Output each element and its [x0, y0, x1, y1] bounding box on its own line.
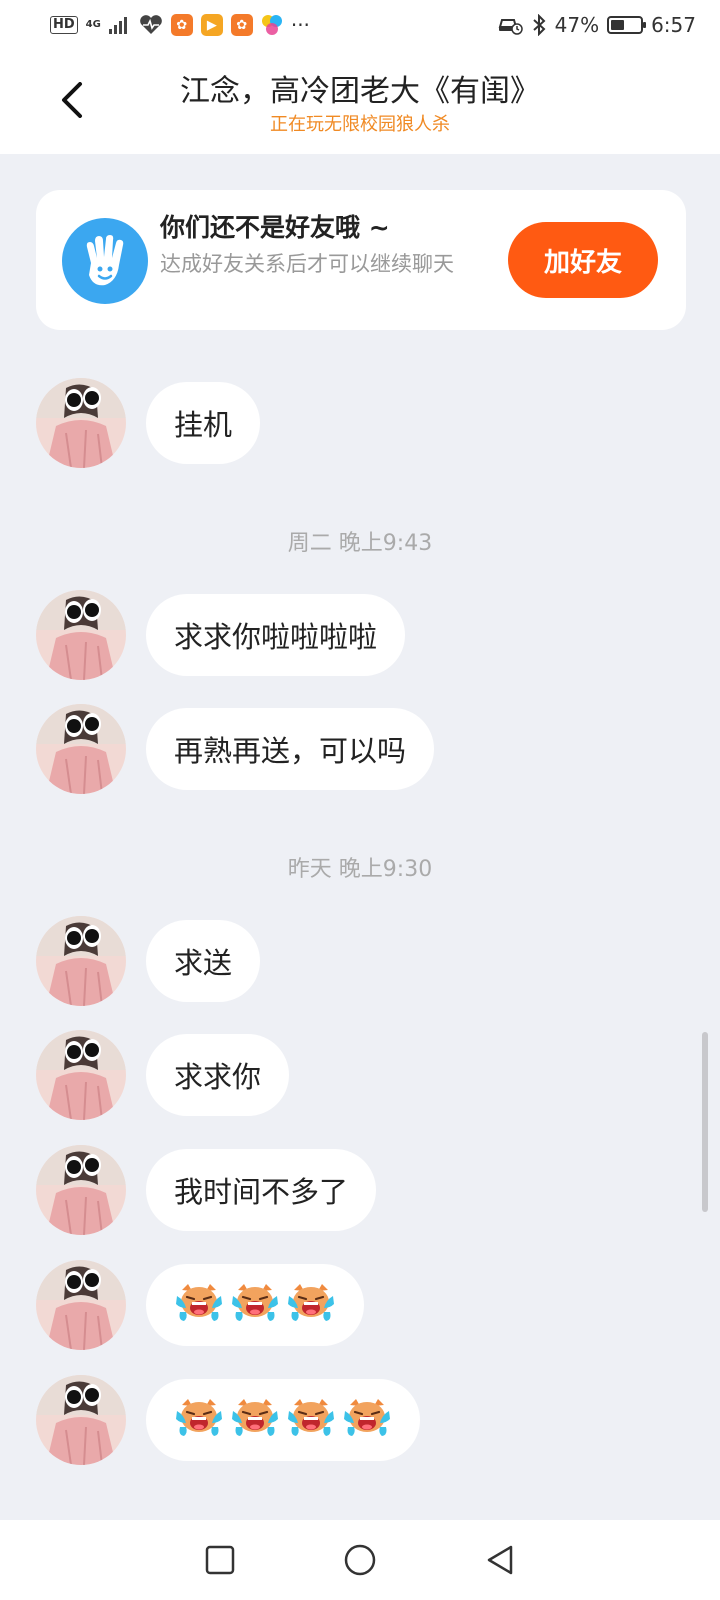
not-friends-description: 达成好友关系后才可以继续聊天	[160, 252, 454, 276]
triangle-back-icon	[487, 1545, 513, 1575]
signal-icon	[108, 17, 127, 34]
video-app-icon: ▶	[200, 14, 223, 36]
circle-icon	[344, 1544, 376, 1576]
hand-wave-icon	[62, 218, 148, 304]
app-orange-icon-2: ✿	[230, 14, 253, 36]
heart-rate-icon	[140, 15, 162, 34]
crying-face-emoji-icon	[174, 1282, 224, 1329]
recents-button[interactable]	[190, 1530, 250, 1590]
message-bubble[interactable]: 挂机	[146, 382, 261, 464]
sender-avatar[interactable]	[36, 1145, 126, 1235]
message-bubble[interactable]: 求送	[146, 920, 261, 1002]
scrollbar[interactable]	[702, 1032, 708, 1212]
sender-avatar[interactable]	[36, 378, 126, 468]
not-friends-title: 你们还不是好友哦 ~	[160, 213, 390, 242]
crying-face-emoji-icon	[174, 1397, 224, 1444]
back-button[interactable]	[44, 72, 100, 128]
emoji-row	[174, 1397, 392, 1444]
status-bar-left: HD 4G ✿ ▶ ✿ ···	[50, 13, 310, 37]
sender-avatar[interactable]	[36, 1260, 126, 1350]
chat-title[interactable]: 江念，高冷团老大《有闺》	[120, 66, 600, 110]
chat-header: 江念，高冷团老大《有闺》 正在玩无限校园狼人杀	[0, 50, 720, 154]
sender-avatar[interactable]	[36, 1375, 126, 1465]
message-bubble[interactable]: 求求你	[146, 1034, 290, 1116]
square-icon	[205, 1545, 235, 1575]
status-bar: HD 4G ✿ ▶ ✿ ··· 47% 6:57	[0, 0, 720, 50]
network-type: 4G	[85, 19, 101, 30]
emoji-message-bubble[interactable]	[146, 1379, 420, 1461]
message-timestamp: 周二 晚上9:43	[287, 531, 433, 556]
message-bubble[interactable]: 我时间不多了	[146, 1149, 377, 1231]
bluetooth-icon	[532, 14, 546, 36]
emoji-row	[174, 1282, 336, 1329]
sender-avatar[interactable]	[36, 704, 126, 794]
sender-avatar[interactable]	[36, 590, 126, 680]
more-notifications: ···	[290, 13, 310, 37]
chevron-left-icon	[62, 82, 82, 118]
crying-face-emoji-icon	[342, 1397, 392, 1444]
message-bubble[interactable]: 求求你啦啦啦啦	[146, 594, 406, 676]
home-button[interactable]	[330, 1530, 390, 1590]
not-friends-card: 你们还不是好友哦 ~ 达成好友关系后才可以继续聊天 加好友	[36, 190, 686, 330]
chat-status-subtitle: 正在玩无限校园狼人杀	[270, 114, 450, 135]
crying-face-emoji-icon	[230, 1282, 280, 1329]
clock: 6:57	[651, 13, 696, 37]
colorful-app-icon	[261, 15, 282, 35]
sender-avatar[interactable]	[36, 1030, 126, 1120]
sender-avatar[interactable]	[36, 916, 126, 1006]
hd-badge: HD	[50, 16, 78, 34]
crying-face-emoji-icon	[286, 1282, 336, 1329]
battery-percent: 47%	[554, 13, 600, 37]
message-bubble[interactable]: 再熟再送，可以吗	[146, 708, 435, 790]
add-friend-button[interactable]: 加好友	[508, 222, 658, 298]
battery-icon	[607, 16, 647, 34]
car-mode-icon	[498, 19, 523, 35]
system-nav-bar	[0, 1520, 720, 1600]
crying-face-emoji-icon	[230, 1397, 280, 1444]
crying-face-emoji-icon	[286, 1397, 336, 1444]
back-nav-button[interactable]	[470, 1530, 530, 1590]
emoji-message-bubble[interactable]	[146, 1264, 364, 1346]
message-timestamp: 昨天 晚上9:30	[287, 857, 433, 882]
status-bar-right: 47% 6:57	[497, 13, 696, 37]
app-orange-icon: ✿	[170, 14, 193, 36]
battery-fill	[611, 20, 625, 30]
